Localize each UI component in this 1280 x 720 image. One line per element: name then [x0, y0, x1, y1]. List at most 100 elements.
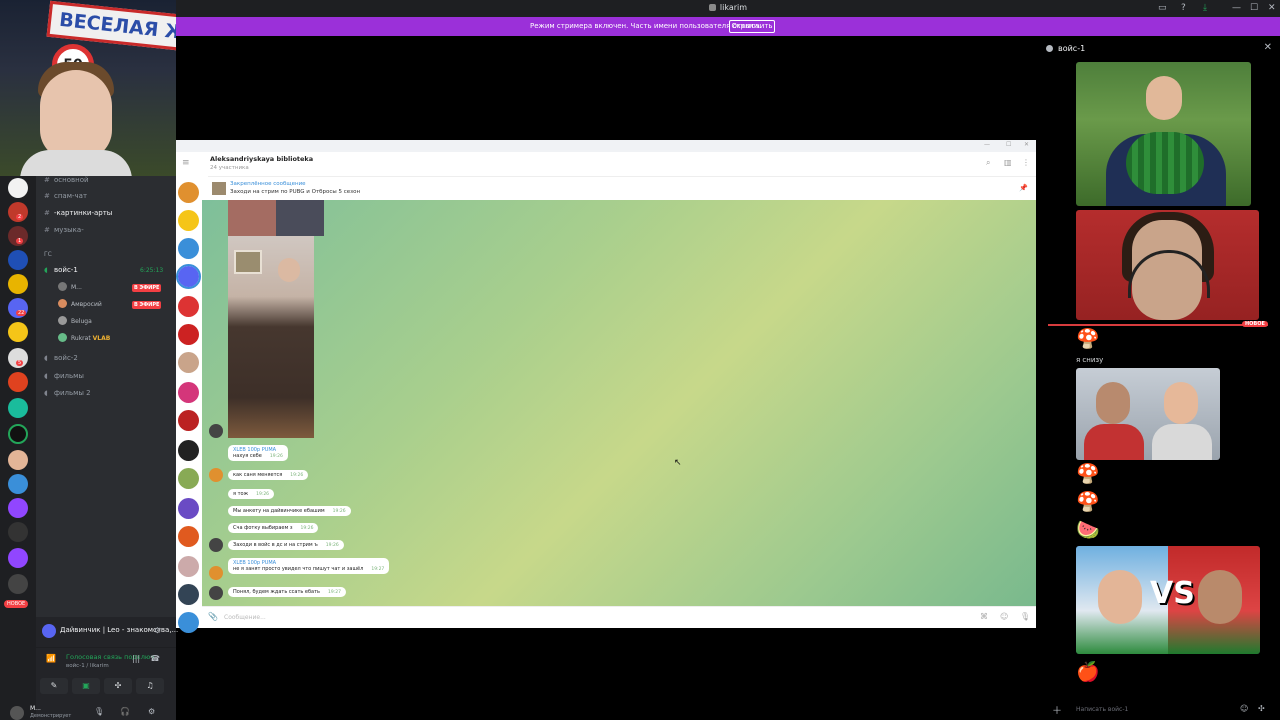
sender-avatar[interactable]	[209, 586, 223, 600]
chat-avatar[interactable]	[178, 498, 199, 519]
chat-title[interactable]: Aleksandriyskaya biblioteka	[210, 155, 313, 163]
voice-user[interactable]: Амвросий	[58, 299, 102, 312]
server-icon[interactable]	[8, 548, 28, 568]
commands-icon[interactable]: ⌘	[980, 612, 988, 621]
activities-button[interactable]: ✣	[104, 678, 132, 694]
chat-avatar[interactable]	[178, 382, 199, 403]
minimize-button[interactable]: —	[1232, 3, 1241, 13]
chat-message[interactable]: XLEB 100p PUMA не я занят просто увидел ч…	[228, 558, 390, 574]
server-icon[interactable]	[8, 250, 28, 270]
chat-avatar[interactable]	[178, 352, 199, 373]
photo-message[interactable]	[228, 236, 314, 438]
plus-icon[interactable]: ＋	[1052, 702, 1062, 717]
chat-avatar[interactable]	[178, 612, 199, 633]
help-icon[interactable]: ?	[1181, 3, 1186, 13]
server-icon[interactable]	[8, 474, 28, 494]
sender-avatar[interactable]	[209, 424, 223, 438]
server-icon[interactable]	[8, 450, 28, 470]
server-icon[interactable]	[8, 322, 28, 342]
chat-avatar[interactable]	[178, 410, 199, 431]
server-icon[interactable]	[8, 574, 28, 594]
chat-avatar[interactable]	[178, 526, 199, 547]
chat-avatar[interactable]	[178, 296, 199, 317]
photo-message[interactable]	[228, 200, 324, 236]
sender-avatar[interactable]	[209, 468, 223, 482]
server-icon[interactable]	[8, 522, 28, 542]
chat-avatar[interactable]	[178, 440, 199, 461]
voice-user[interactable]: М...	[58, 282, 82, 295]
channel-item[interactable]: # -картинки-арты	[44, 209, 112, 223]
chat-avatar-active[interactable]	[176, 264, 201, 289]
mic-icon[interactable]: 🎙	[94, 707, 104, 716]
voice-channel-active[interactable]: ◖ войс-1	[44, 266, 78, 280]
chat-message[interactable]: Заходи в войс в дс и на стрим ъ 19:26	[228, 540, 344, 550]
inbox-icon[interactable]: ▭	[1158, 3, 1167, 13]
close-button[interactable]: ✕	[1268, 3, 1276, 13]
server-icon[interactable]	[8, 424, 28, 444]
noise-icon[interactable]: |||	[132, 654, 140, 663]
voice-user[interactable]: Rukrat VLAB	[58, 333, 110, 346]
chat-message[interactable]: XLEB 100p PUMA нахуя себе 19:26	[228, 445, 288, 461]
server-icon[interactable]	[8, 398, 28, 418]
server-icon[interactable]	[8, 498, 28, 518]
voice-channel-item[interactable]: ◖ войс-2	[44, 354, 78, 368]
channel-item[interactable]: # музыка-	[44, 226, 84, 240]
server-icon[interactable]	[8, 372, 28, 392]
disconnect-icon[interactable]: ☎	[150, 654, 160, 663]
maximize-button[interactable]: ☐	[1250, 3, 1258, 13]
voice-status[interactable]: Голосовая связь подключ	[66, 653, 154, 661]
disable-streamer-mode-button[interactable]: Отключить	[729, 20, 775, 33]
screen-share-button[interactable]: ▣	[72, 678, 100, 694]
channel-item[interactable]: # спам-чат	[44, 192, 87, 206]
soundboard-button[interactable]: ♫	[136, 678, 164, 694]
server-icon[interactable]	[8, 274, 28, 294]
settings-icon[interactable]: ⚙	[154, 626, 161, 635]
chat-avatar[interactable]	[178, 468, 199, 489]
chat-avatar[interactable]	[178, 584, 199, 605]
gear-icon[interactable]: ⚙	[148, 707, 155, 716]
voice-chat-input[interactable]: Написать войс-1	[1076, 706, 1128, 713]
sender-avatar[interactable]	[209, 538, 223, 552]
chat-message[interactable]: Мы анкету на дайвинчике ебашим 19:26	[228, 506, 351, 516]
maximize-icon[interactable]: ☐	[1006, 141, 1011, 148]
chat-message[interactable]: Понял, будем ждать ссать ебать 19:27	[228, 587, 346, 597]
activity-panel[interactable]: Дайвинчик | Leo - знакомства,... ⚙	[36, 617, 178, 647]
channel-item[interactable]: # основной	[44, 176, 89, 190]
chat-message[interactable]: Сча фотку выбираем з 19:26	[228, 523, 319, 533]
minimize-icon[interactable]: —	[984, 141, 990, 148]
chat-avatar[interactable]	[178, 210, 199, 231]
attach-icon[interactable]: 📎	[208, 612, 218, 621]
chat-message[interactable]: я тож 19:26	[228, 489, 275, 499]
emoji-icon[interactable]: ☺	[1240, 704, 1248, 713]
voice-user[interactable]: Beluga	[58, 316, 92, 329]
search-icon[interactable]: ⌕	[986, 158, 990, 168]
voice-channel-item[interactable]: ◖ фильмы	[44, 372, 84, 386]
sidebar-toggle-icon[interactable]: ▥	[1004, 158, 1012, 167]
close-icon[interactable]: ✕	[1264, 42, 1272, 53]
chat-message[interactable]: как саня меняется 19:26	[228, 470, 309, 480]
shared-image[interactable]	[1076, 62, 1251, 206]
chat-avatar[interactable]	[178, 182, 199, 203]
video-tile[interactable]	[1076, 210, 1259, 320]
category-header[interactable]: ГС	[44, 251, 52, 258]
avatar[interactable]	[10, 706, 24, 720]
pin-icon[interactable]: 📌	[1019, 184, 1028, 192]
download-icon[interactable]: ⤓	[1203, 3, 1207, 13]
chat-avatar[interactable]	[178, 238, 199, 259]
sender-avatar[interactable]	[209, 566, 223, 580]
pinned-message[interactable]: Закреплённое сообщение Заходи на стрим п…	[208, 176, 1036, 200]
close-icon[interactable]: ✕	[1024, 141, 1029, 148]
apps-icon[interactable]: ✣	[1258, 704, 1265, 713]
headphones-icon[interactable]: 🎧	[120, 707, 130, 716]
chat-avatar[interactable]	[178, 556, 199, 577]
shared-image[interactable]: VS	[1076, 546, 1260, 654]
hamburger-menu-icon[interactable]: ≡	[182, 158, 190, 168]
mic-icon[interactable]: 🎙	[1020, 612, 1030, 621]
chat-avatar[interactable]	[178, 324, 199, 345]
message-input[interactable]: Сообщение...	[224, 614, 266, 621]
emoji-icon[interactable]: ☺	[1000, 612, 1008, 621]
server-icon[interactable]	[8, 178, 28, 198]
more-icon[interactable]: ⋮	[1022, 158, 1030, 167]
voice-channel-item[interactable]: ◖ фильмы 2	[44, 389, 91, 403]
shared-image[interactable]	[1076, 368, 1220, 460]
